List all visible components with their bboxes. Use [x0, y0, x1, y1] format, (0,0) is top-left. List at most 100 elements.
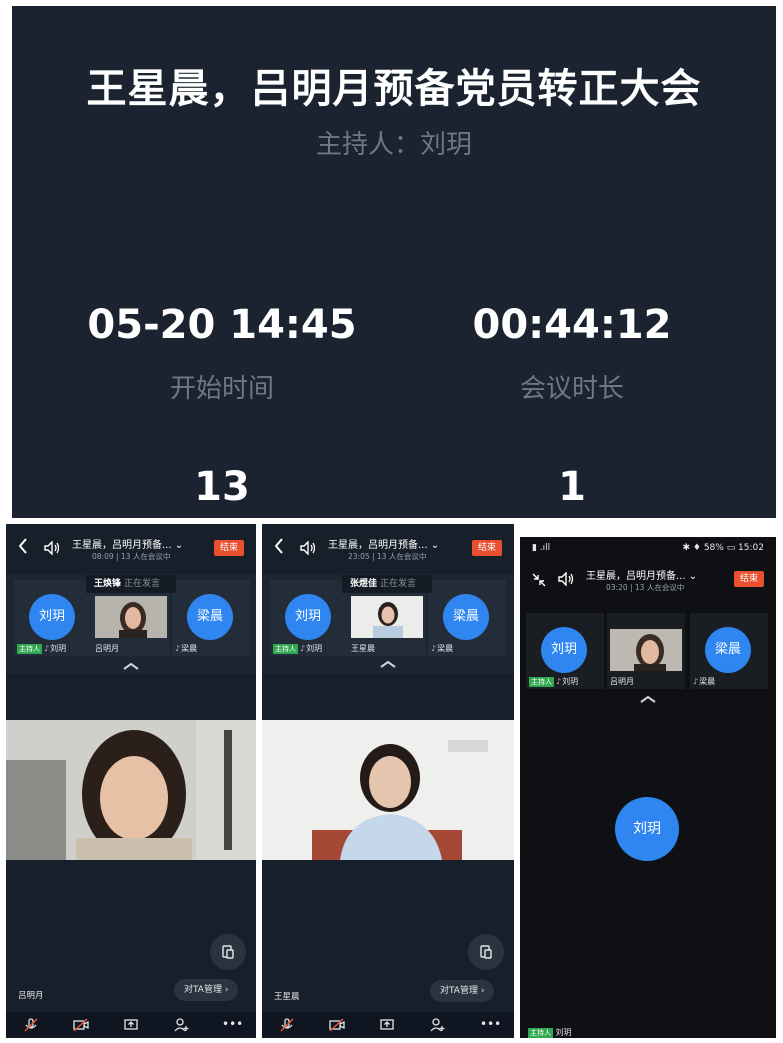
start-time-value: 05-20 14:45: [87, 302, 357, 348]
mic-off-icon[interactable]: [22, 1017, 40, 1033]
more-icon[interactable]: •••: [222, 1017, 243, 1033]
meeting-topbar: 王星晨，吕明月预备... ⌄ 03:20 | 13 人在会议中 结束: [520, 557, 776, 601]
avatar: 梁晨: [705, 627, 751, 673]
end-meeting-button[interactable]: 结束: [472, 540, 502, 556]
avatar: 刘玥: [285, 594, 331, 640]
status-bar: ▮ .ıll ✱ ♦ 58% ▭ 15:02: [520, 537, 776, 559]
chevron-up-icon[interactable]: [380, 660, 396, 668]
start-time-stat: 05-20 14:45 开始时间: [42, 302, 402, 405]
meeting-topbar: 王星晨，吕明月预备... ⌄ 08:09 | 13 人在会议中 结束: [6, 526, 256, 570]
count-value-2: 1: [558, 464, 586, 510]
host-badge: 主持人: [529, 677, 554, 687]
participant-tile[interactable]: 刘玥 主持人 ♪刘玥: [526, 613, 604, 689]
participant-name: 梁晨: [699, 677, 716, 686]
speaker-icon[interactable]: [44, 540, 62, 556]
participant-tile[interactable]: 梁晨 ♪梁晨: [690, 613, 768, 689]
camera-off-icon[interactable]: [328, 1017, 346, 1033]
mic-icon: ♪: [431, 644, 437, 653]
participant-tile[interactable]: 刘玥 主持人 ♪刘玥: [14, 580, 92, 656]
participant-name: 刘玥: [562, 677, 579, 686]
participant-name: 刘玥: [306, 644, 323, 653]
video-thumbnail: [95, 596, 167, 638]
avatar: 梁晨: [187, 594, 233, 640]
meeting-topic[interactable]: 王星晨，吕明月预备... ⌄: [586, 567, 697, 582]
chevron-down-icon: ⌄: [688, 571, 698, 582]
participant-name: 吕明月: [610, 677, 634, 686]
participant-name: 王星晨: [351, 644, 375, 653]
video-owner-name: 吕明月: [18, 991, 44, 1001]
participant-strip: 刘玥 主持人 ♪刘玥 王星晨 梁晨 ♪梁晨 张煜佳 正在发言: [262, 574, 514, 674]
participant-name: 吕明月: [95, 644, 119, 653]
meeting-topic[interactable]: 王星晨，吕明月预备... ⌄: [328, 536, 439, 551]
participant-tile[interactable]: 梁晨 ♪梁晨: [428, 580, 506, 656]
speaker-icon[interactable]: [300, 540, 318, 556]
participant-tile[interactable]: 吕明月: [607, 613, 685, 689]
count-stat-1: 13: [42, 464, 402, 510]
main-video: [262, 720, 514, 860]
end-meeting-button[interactable]: 结束: [734, 571, 764, 587]
video-thumbnail: [351, 596, 423, 638]
chevron-up-icon[interactable]: [123, 662, 139, 670]
avatar: 梁晨: [443, 594, 489, 640]
bottom-toolbar: •••: [262, 1012, 514, 1038]
speaking-indicator: 王焕锋 正在发言: [86, 575, 176, 593]
chevron-up-icon[interactable]: [640, 695, 656, 703]
chevron-down-icon: ⌄: [174, 540, 184, 551]
meeting-info: 23:05 | 13 人在会议中: [348, 552, 427, 561]
participant-name: 梁晨: [181, 644, 198, 653]
participant-tile[interactable]: 梁晨 ♪梁晨: [172, 580, 250, 656]
back-icon[interactable]: [18, 538, 34, 558]
mic-icon: ♪: [44, 644, 50, 653]
meeting-info: 08:09 | 13 人在会议中: [92, 552, 171, 561]
collapse-icon[interactable]: [532, 571, 548, 591]
end-meeting-button[interactable]: 结束: [214, 540, 244, 556]
mic-off-icon[interactable]: [278, 1017, 296, 1033]
chevron-down-icon: ⌄: [430, 540, 440, 551]
manage-button[interactable]: 对TA管理 ›: [174, 979, 239, 1001]
share-icon[interactable]: [378, 1017, 396, 1033]
participant-strip: 刘玥 主持人 ♪刘玥 吕明月 梁晨 ♪梁晨 王焕锋 正在发言: [6, 574, 256, 674]
mic-icon: ♪: [693, 677, 699, 686]
host-badge: 主持人: [273, 644, 298, 654]
main-video: [6, 720, 256, 860]
participant-name: 刘玥: [50, 644, 67, 653]
meeting-screen-1: 王星晨，吕明月预备... ⌄ 08:09 | 13 人在会议中 结束 刘玥 主持…: [6, 524, 256, 1038]
participant-name: 梁晨: [437, 644, 454, 653]
duration-label: 会议时长: [519, 374, 624, 404]
count-stat-2: 1: [392, 464, 752, 510]
meeting-host: 主持人：刘玥: [315, 130, 472, 160]
avatar: 刘玥: [541, 627, 587, 673]
screen-share-icon[interactable]: [210, 934, 246, 970]
main-avatar: 刘玥: [615, 797, 679, 861]
video-owner-name: 王星晨: [274, 992, 300, 1002]
signal-indicator: ▮ .ıll: [532, 543, 551, 553]
duration-value: 00:44:12: [472, 302, 672, 348]
host-badge: 主持人: [17, 644, 42, 654]
meeting-screen-2: 王星晨，吕明月预备... ⌄ 23:05 | 13 人在会议中 结束 刘玥 主持…: [262, 524, 514, 1038]
add-member-icon[interactable]: [428, 1017, 446, 1033]
mic-icon: ♪: [556, 677, 562, 686]
count-value-1: 13: [194, 464, 250, 510]
meeting-info: 03:20 | 13 人在会议中: [606, 583, 685, 592]
participant-tile[interactable]: 刘玥 主持人 ♪刘玥: [270, 580, 348, 656]
speaker-icon[interactable]: [558, 571, 576, 587]
duration-stat: 00:44:12 会议时长: [392, 302, 752, 405]
bottom-toolbar: •••: [6, 1012, 256, 1038]
meeting-title: 王星晨，吕明月预备党员转正大会: [86, 66, 702, 112]
screen-share-icon[interactable]: [468, 934, 504, 970]
add-member-icon[interactable]: [172, 1017, 190, 1033]
meeting-summary-card: 王星晨，吕明月预备党员转正大会 主持人：刘玥 05-20 14:45 开始时间 …: [12, 6, 776, 518]
meeting-topbar: 王星晨，吕明月预备... ⌄ 23:05 | 13 人在会议中 结束: [262, 526, 514, 570]
start-time-label: 开始时间: [169, 374, 274, 404]
back-icon[interactable]: [274, 538, 290, 558]
footer-host: 主持人 刘玥: [528, 1028, 572, 1038]
mic-icon: ♪: [175, 644, 181, 653]
more-icon[interactable]: •••: [480, 1017, 501, 1033]
meeting-topic[interactable]: 王星晨，吕明月预备... ⌄: [72, 536, 183, 551]
manage-button[interactable]: 对TA管理 ›: [430, 980, 495, 1002]
camera-off-icon[interactable]: [72, 1017, 90, 1033]
share-icon[interactable]: [122, 1017, 140, 1033]
speaking-indicator: 张煜佳 正在发言: [342, 575, 432, 593]
video-thumbnail: [610, 629, 682, 671]
meeting-screen-3: ▮ .ıll ✱ ♦ 58% ▭ 15:02 王星晨，吕明月预备... ⌄ 03…: [520, 537, 776, 1038]
